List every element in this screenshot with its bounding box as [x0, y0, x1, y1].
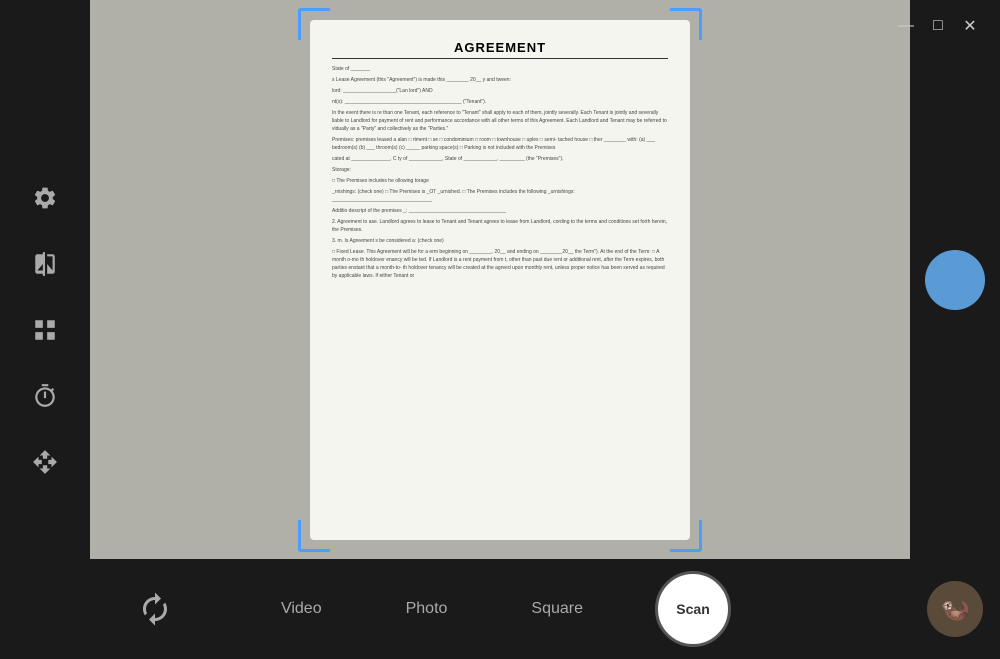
bottom-bar: Video Photo Square Scan: [90, 559, 910, 659]
minimize-button[interactable]: —: [892, 12, 920, 40]
capture-circle[interactable]: [925, 250, 985, 310]
doc-text-9: □ The Premises includes he ollowing tora…: [332, 177, 668, 185]
settings-icon[interactable]: [22, 175, 68, 221]
mode-photo[interactable]: Photo: [394, 592, 460, 626]
grid-icon[interactable]: [22, 307, 68, 353]
doc-text-8: Storage:: [332, 166, 668, 174]
scan-button[interactable]: Scan: [655, 571, 731, 647]
document-title: AGREEMENT: [332, 40, 668, 59]
avatar[interactable]: 🦦: [927, 581, 983, 637]
doc-text-11: Additio descript of the premises _: ____…: [332, 207, 668, 215]
doc-text-14: □ Fixed Lease. This Agreement will be fo…: [332, 248, 668, 280]
doc-text-6: Premises: premises leased a alan □ rtmen…: [332, 136, 668, 152]
doc-text-12: 2. Agreement to ase. Landlord agrees to …: [332, 218, 668, 234]
move-icon[interactable]: [22, 439, 68, 485]
right-avatar-panel: 🦦: [910, 559, 1000, 659]
document-preview: AGREEMENT State of _______ s Lease Agree…: [310, 20, 690, 540]
doc-text-3: lord: ___________________("Lan lord") AN…: [332, 87, 668, 95]
document-paper: AGREEMENT State of _______ s Lease Agree…: [310, 20, 690, 540]
title-bar: — □ ✕: [876, 0, 1000, 52]
rotate-icon[interactable]: [132, 586, 178, 632]
doc-text-2: s Lease Agreement (this "Agreement") is …: [332, 76, 668, 84]
left-sidebar: [0, 0, 90, 659]
mode-video[interactable]: Video: [269, 592, 334, 626]
maximize-button[interactable]: □: [924, 12, 952, 40]
doc-text-7: cated at ______________, C ty of _______…: [332, 155, 668, 163]
right-capture-panel: [910, 0, 1000, 559]
mode-square[interactable]: Square: [519, 592, 595, 626]
timer-icon[interactable]: [22, 373, 68, 419]
close-button[interactable]: ✕: [956, 12, 984, 40]
doc-text-4: nt(s): _________________________________…: [332, 98, 668, 106]
doc-text-10: _rnishings: (check one) □ The Premises i…: [332, 188, 668, 204]
doc-text-5: In the event there is re than one Tenant…: [332, 109, 668, 133]
compare-icon[interactable]: [22, 241, 68, 287]
doc-text-13: 3. m. Is Agreement s be considered a: (c…: [332, 237, 668, 245]
doc-text-1: State of _______: [332, 65, 668, 73]
rotate-icon-container: [110, 559, 200, 659]
camera-view: AGREEMENT State of _______ s Lease Agree…: [90, 0, 910, 559]
